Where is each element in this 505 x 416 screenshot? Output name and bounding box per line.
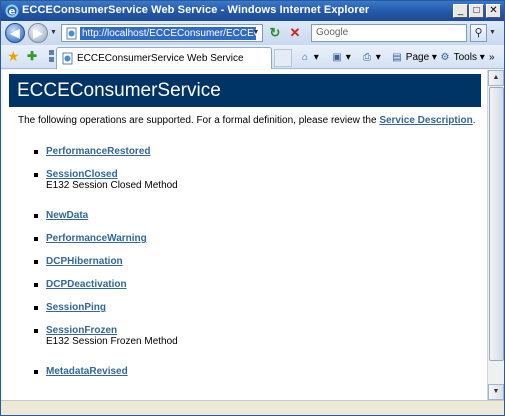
back-button[interactable]: ◀: [5, 23, 25, 43]
search-placeholder: Google: [316, 27, 349, 38]
page-menu-label: Page: [405, 52, 430, 63]
browser-window: e ECCEConsumerService Web Service - Wind…: [0, 0, 505, 416]
tab-active[interactable]: ECCEConsumerService Web Service: [56, 47, 272, 69]
search-icon[interactable]: ⚲: [470, 24, 487, 42]
operation-item: PerformanceWarning: [31, 233, 471, 256]
feeds-button[interactable]: ▣ ▾: [331, 50, 351, 66]
operation-description: E132 Session Frozen Method: [46, 336, 178, 347]
command-row: ★ ✚ ECCEConsumerService Web Service ⌂ ▾ …: [1, 45, 504, 69]
operation-item: NewData: [31, 210, 471, 233]
operation-description: E132 Session Closed Method: [46, 180, 178, 191]
maximize-button[interactable]: □: [469, 4, 484, 18]
gear-icon: ⚙: [440, 52, 450, 63]
home-icon: ⌂: [301, 52, 309, 63]
home-button[interactable]: ⌂ ▾: [299, 50, 319, 66]
service-description-link[interactable]: Service Description: [379, 115, 472, 126]
ie-logo-icon: e: [5, 4, 19, 18]
title-bar: e ECCEConsumerService Web Service - Wind…: [1, 1, 504, 21]
operation-link[interactable]: NewData: [46, 210, 88, 221]
scroll-down-icon[interactable]: ▼: [488, 384, 504, 400]
refresh-icon[interactable]: ↻: [267, 25, 283, 41]
forward-button[interactable]: ▶: [28, 23, 48, 43]
window-title: ECCEConsumerService Web Service - Window…: [22, 4, 370, 16]
operation-link[interactable]: DCPHibernation: [46, 256, 123, 267]
operation-item: SessionPing: [31, 302, 471, 325]
operation-item: DCPHibernation: [31, 256, 471, 279]
operation-item: PerformanceRestored: [31, 146, 471, 169]
operation-item: MetadataRevised: [31, 366, 471, 389]
url-text[interactable]: http://localhost/ECCEConsumer/ECCECons: [80, 27, 256, 40]
printer-icon: ⎙: [363, 52, 371, 63]
page-icon: [66, 27, 77, 40]
operation-link[interactable]: DCPDeactivation: [46, 279, 127, 290]
intro-text: The following operations are supported. …: [18, 115, 480, 126]
close-button[interactable]: ✕: [486, 4, 501, 18]
operation-link[interactable]: MetadataRevised: [46, 366, 128, 377]
more-commands-button[interactable]: »: [489, 50, 495, 66]
print-button[interactable]: ⎙ ▾: [361, 50, 381, 66]
page-content: ECCEConsumerService The following operat…: [3, 70, 487, 400]
operation-item: DCPDeactivation: [31, 279, 471, 302]
intro-sentence: The following operations are supported. …: [18, 115, 380, 126]
scroll-up-icon[interactable]: ▲: [488, 70, 504, 86]
stop-icon[interactable]: ✕: [287, 25, 303, 41]
new-tab-button[interactable]: [274, 49, 292, 67]
service-heading-band: ECCEConsumerService: [9, 74, 481, 107]
operation-item: SessionClosed E132 Session Closed Method: [31, 169, 471, 210]
operation-item: SessionFrozen E132 Session Frozen Method: [31, 325, 471, 366]
search-options-dropdown-icon[interactable]: ▼: [489, 29, 496, 36]
vertical-scrollbar[interactable]: ▲ ▼: [487, 70, 504, 400]
recent-pages-dropdown-icon[interactable]: ▼: [50, 29, 57, 36]
page-menu-button[interactable]: ▤ Page ▾: [391, 50, 437, 66]
tab-label: ECCEConsumerService Web Service: [77, 53, 244, 64]
operations-list: PerformanceRestored SessionClosed E132 Ses…: [31, 146, 471, 389]
operation-link[interactable]: SessionFrozen: [46, 325, 117, 336]
search-input[interactable]: Google: [311, 24, 467, 42]
url-dropdown-icon[interactable]: ▼: [250, 25, 262, 41]
svg-text:e: e: [9, 7, 16, 18]
page-icon: [62, 52, 73, 65]
tools-menu-label: Tools: [453, 52, 477, 63]
intro-end: .: [472, 115, 476, 126]
add-favorites-icon[interactable]: ✚: [27, 49, 41, 63]
operation-link[interactable]: PerformanceRestored: [46, 146, 150, 157]
operation-link[interactable]: PerformanceWarning: [46, 233, 147, 244]
page-menu-icon: ▤: [392, 52, 402, 63]
page-title: ECCEConsumerService: [17, 80, 221, 101]
status-bar: [1, 400, 504, 415]
operation-link[interactable]: SessionClosed: [46, 169, 118, 180]
minimize-button[interactable]: _: [453, 4, 468, 18]
favorites-star-icon[interactable]: ★: [7, 49, 21, 63]
address-bar[interactable]: http://localhost/ECCEConsumer/ECCECons ▼: [61, 24, 263, 42]
operation-link[interactable]: SessionPing: [46, 302, 106, 313]
feeds-icon: ▣: [332, 52, 342, 63]
scroll-thumb[interactable]: [489, 87, 504, 361]
address-row: ◀ ▶ ▼ http://localhost/ECCEConsumer/ECCE…: [1, 21, 504, 45]
tools-menu-button[interactable]: ⚙ Tools ▾: [439, 50, 485, 66]
